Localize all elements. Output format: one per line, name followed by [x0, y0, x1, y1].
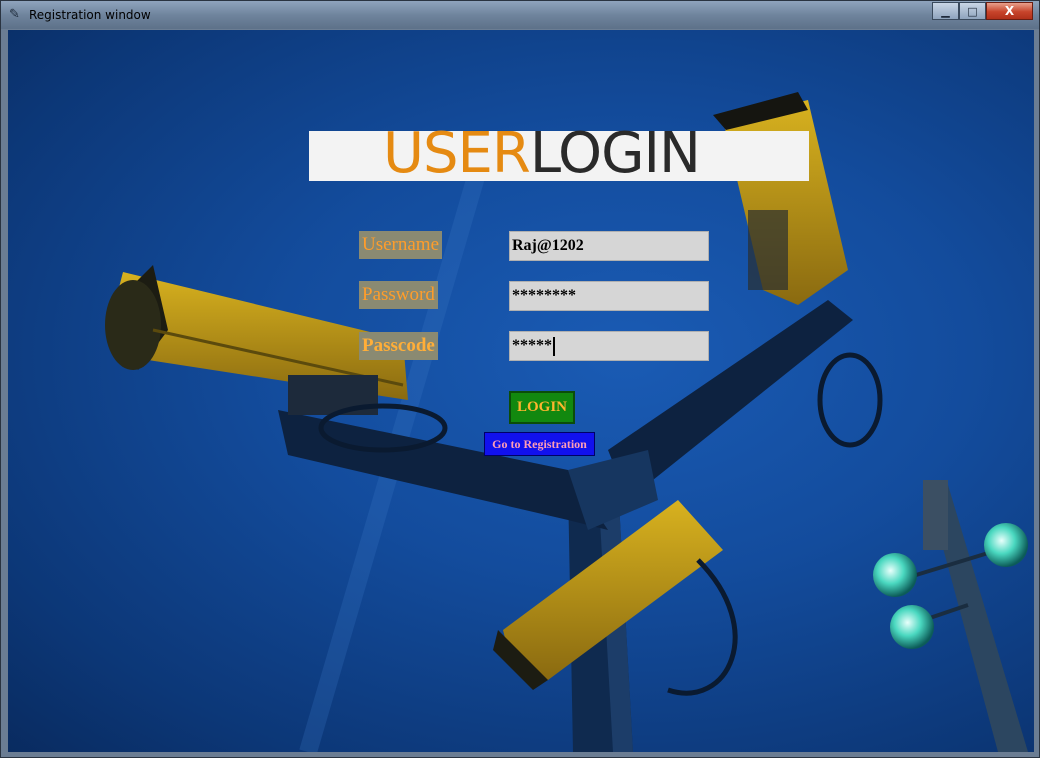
text-caret	[553, 336, 555, 356]
maximize-button[interactable]: □	[959, 2, 986, 20]
feather-icon: ✎	[9, 7, 20, 22]
maximize-icon: □	[967, 4, 978, 18]
title-login: LOGIN	[529, 121, 701, 186]
window-controls: ▁ □ X	[932, 2, 1033, 22]
passcode-value: *****	[512, 337, 552, 354]
camera-upper-right	[713, 92, 848, 305]
username-label: Username	[359, 231, 443, 259]
minimize-icon: ▁	[941, 4, 950, 18]
close-button[interactable]: X	[986, 2, 1033, 20]
passcode-label: Passcode	[359, 332, 438, 360]
username-input[interactable]: Raj@1202	[509, 231, 709, 261]
registration-window: ✎ Registration window ▁ □ X USER LOGIN U…	[0, 0, 1040, 758]
password-input[interactable]: ********	[509, 281, 709, 311]
passcode-input[interactable]: *****	[509, 331, 709, 361]
title-user: USER	[383, 121, 531, 186]
close-icon: X	[1004, 4, 1015, 18]
minimize-button[interactable]: ▁	[932, 2, 959, 20]
go-to-registration-button[interactable]: Go to Registration	[484, 432, 595, 456]
login-button[interactable]: LOGIN	[509, 391, 575, 424]
window-title: Registration window	[29, 8, 151, 22]
page-title: USER LOGIN	[383, 122, 701, 186]
street-lamp	[873, 480, 1028, 752]
password-label: Password	[359, 281, 438, 309]
client-area: USER LOGIN Username Raj@1202 Password ***…	[8, 30, 1034, 752]
title-bar[interactable]: ✎ Registration window ▁ □ X	[1, 1, 1039, 29]
